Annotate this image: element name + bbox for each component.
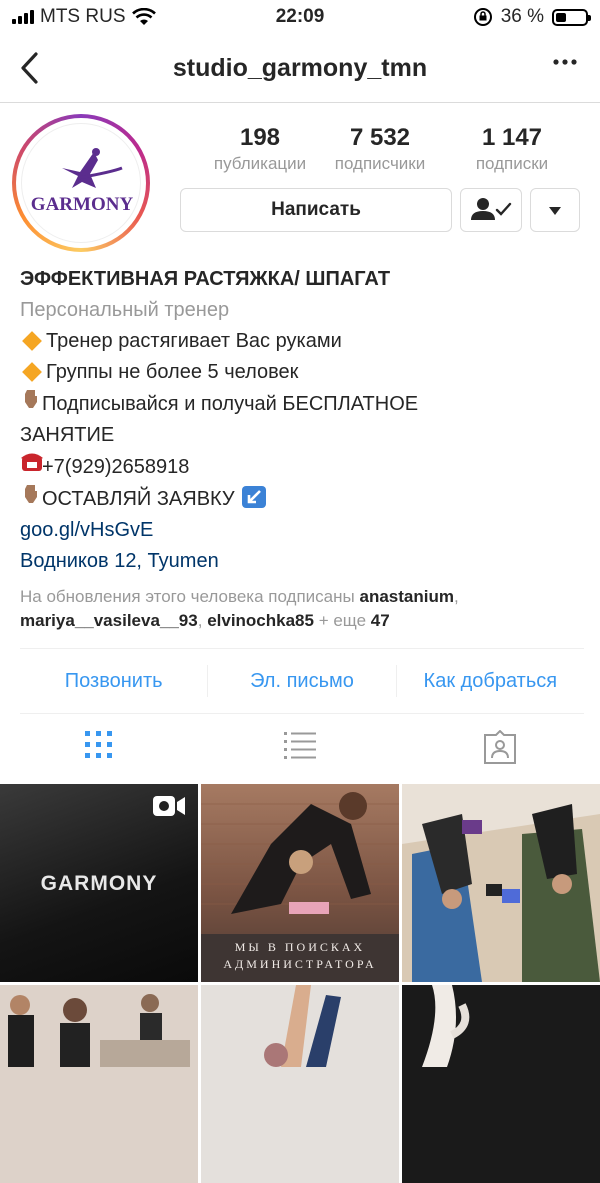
stretch-photo [264,985,341,1067]
more-icon [553,59,577,65]
bio-line: ЗАНЯТИЕ [20,424,115,446]
followers-label: подписчики [334,154,426,173]
photo-grid: GARMONY МЫ В ПОИСКАХ АДМИНИСТРАТОРА [0,784,600,1183]
yoga-photo [402,804,600,982]
message-button[interactable]: Написать [180,188,452,232]
tab-grid[interactable] [84,730,118,764]
garmony-logo: GARMONY [31,148,134,215]
rotation-lock-icon [473,8,492,26]
suggestions-dropdown-button[interactable] [530,188,580,232]
logo-text: GARMONY [31,194,134,215]
tab-tagged[interactable] [482,729,516,764]
list-icon [284,732,316,759]
directions-button[interactable]: Как добраться [397,665,584,697]
stat-following[interactable]: 1 147 подписки [447,124,577,174]
battery-icon [552,8,591,26]
email-button[interactable]: Эл. письмо [208,665,395,697]
avatar[interactable]: GARMONY [12,114,150,252]
stat-followers[interactable]: 7 532 подписчики [315,124,445,174]
nav-bar: studio_garmony_tmn [0,34,600,103]
pointing-down-icon [20,388,42,420]
bio-line: Тренер растягивает Вас руками [20,326,585,357]
battery-percent: 36 % [500,6,544,27]
post-photo-admin[interactable]: МЫ В ПОИСКАХ АДМИНИСТРАТОРА [201,784,399,982]
profile-category: Персональный тренер [20,299,230,321]
post-photo-yoga[interactable] [402,784,600,982]
orange-diamond-icon [22,331,42,351]
orange-diamond-icon [22,362,42,382]
status-right: 36 % [473,6,591,28]
triangle-down-icon [549,207,561,216]
bio-line: Группы не более 5 человек [20,357,585,388]
followers-count: 7 532 [349,124,411,151]
profile-name: ЭФФЕКТИВНАЯ РАСТЯЖКА/ ШПАГАТ [20,268,391,290]
call-button[interactable]: Позвонить [20,665,207,697]
status-bar: MTS RUS 22:09 36 % [0,0,600,34]
contact-actions: Позвонить Эл. письмо Как добраться [20,648,584,714]
person-check-icon [471,198,512,220]
followed-by[interactable]: На обновления этого человека подписаны a… [20,585,585,633]
stat-posts[interactable]: 198 публикации [195,124,325,174]
bio-line: +7(929)2658918 [20,451,585,483]
bio-link[interactable]: goo.gl/vHsGvE [20,519,153,541]
page-title: studio_garmony_tmn [172,54,428,82]
bio-line: Подписывайся и получай БЕСПЛАТНОЕ [20,388,585,420]
bio-line: ОСТАВЛЯЙ ЗАЯВКУ [20,483,585,515]
post-photo-class[interactable] [0,985,198,1183]
tab-list[interactable] [283,730,317,764]
stretching-photo [201,792,399,914]
tagged-person-icon [484,729,516,764]
posts-label: публикации [213,154,307,173]
post-video-garmony[interactable]: GARMONY [0,784,198,982]
telephone-icon [20,451,43,483]
following-count: 1 147 [481,124,543,151]
more-button[interactable] [552,46,578,83]
arrow-down-left-icon [235,486,269,510]
post-photo-feet[interactable] [402,985,600,1183]
following-status-button[interactable] [460,188,522,232]
avatar-image: GARMONY [21,123,141,243]
posts-count: 198 [239,124,281,151]
class-photo [8,994,190,1067]
video-camera-icon [153,796,185,816]
following-label: подписки [475,154,549,173]
post-caption: МЫ В ПОИСКАХ АДМИНИСТРАТОРА [223,940,377,971]
bio: ЭФФЕКТИВНАЯ РАСТЯЖКА/ ШПАГАТ Персональны… [20,264,585,633]
post-photo-stretch[interactable] [201,985,399,1183]
grid-icon [85,731,112,758]
pointing-down-icon [20,483,42,515]
post-title: GARMONY [40,872,158,895]
profile-tabs [0,712,600,784]
feet-photo [422,985,470,1067]
address-link[interactable]: Водников 12, Tyumen [20,550,219,572]
